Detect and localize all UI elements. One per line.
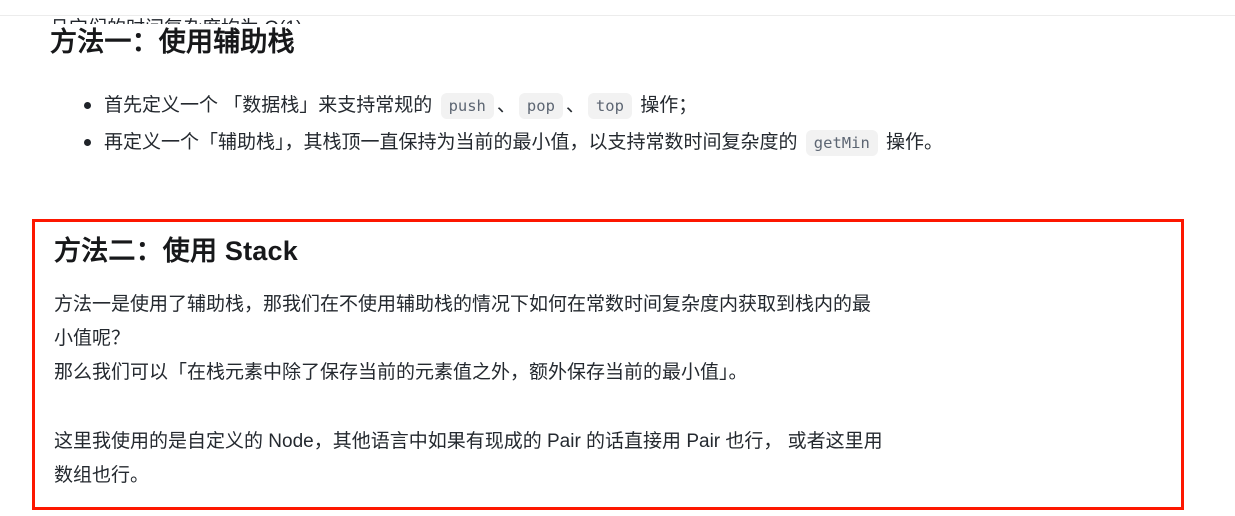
list-item: 再定义一个「辅助栈」，其栈顶一直保持为当前的最小值，以支持常数时间复杂度的 ge… [84, 126, 1194, 160]
inline-code-push: push [440, 93, 494, 119]
highlighted-region: 方法二：使用 Stack 方法一是使用了辅助栈，那我们在不使用辅助栈的情况下如何… [32, 219, 1184, 510]
bullet-text-segment: 、 [496, 95, 516, 116]
paragraph-line: 这里我使用的是自定义的 Node，其他语言中如果有现成的 Pair 的话直接用 … [54, 431, 883, 452]
inline-code-pop: pop [518, 93, 563, 119]
bullet-text-segment: 再定义一个「辅助栈」，其栈顶一直保持为当前的最小值，以支持常数时间复杂度的 [104, 132, 803, 153]
inline-code-top: top [587, 93, 632, 119]
paragraph-block-two: 这里我使用的是自定义的 Node，其他语言中如果有现成的 Pair 的话直接用 … [54, 425, 1164, 493]
paragraph-line: 小值呢？ [54, 328, 131, 349]
inline-code-getmin: getMin [805, 130, 878, 156]
bullet-text-segment: 、 [565, 95, 585, 116]
heading-method-two: 方法二：使用 Stack [54, 236, 298, 266]
bullet-dot-icon [84, 102, 91, 109]
paragraph-line: 数组也行。 [54, 465, 150, 486]
bullet-text-segment: 操作； [634, 95, 698, 116]
heading-method-one: 方法一：使用辅助栈 [50, 27, 295, 57]
paragraph-line: 那么我们可以「在栈元素中除了保存当前的元素值之外，额外保存当前的最小值」。 [54, 362, 748, 383]
bullet-text-segment: 首先定义一个 「数据栈」来支持常规的 [104, 95, 438, 116]
method-one-bullet-list: 首先定义一个 「数据栈」来支持常规的 push、 pop、 top 操作； 再定义一… [62, 89, 1194, 163]
clipped-previous-line: 且它们的时间复杂度均为 O(1) 。 [50, 16, 1180, 24]
list-item: 首先定义一个 「数据栈」来支持常规的 push、 pop、 top 操作； [84, 89, 1194, 123]
bullet-dot-icon [84, 139, 91, 146]
paragraph-block-one: 方法一是使用了辅助栈，那我们在不使用辅助栈的情况下如何在常数时间复杂度内获取到栈… [54, 288, 1164, 390]
paragraph-line: 方法一是使用了辅助栈，那我们在不使用辅助栈的情况下如何在常数时间复杂度内获取到栈… [54, 294, 872, 315]
article-page: 且它们的时间复杂度均为 O(1) 。 方法一：使用辅助栈 首先定义一个 「数据栈… [0, 0, 1235, 516]
highlighted-region-inner: 方法二：使用 Stack 方法一是使用了辅助栈，那我们在不使用辅助栈的情况下如何… [35, 222, 1181, 507]
clipped-previous-line-text: 且它们的时间复杂度均为 O(1) 。 [50, 18, 327, 24]
bullet-text-segment: 操作。 [880, 132, 944, 153]
